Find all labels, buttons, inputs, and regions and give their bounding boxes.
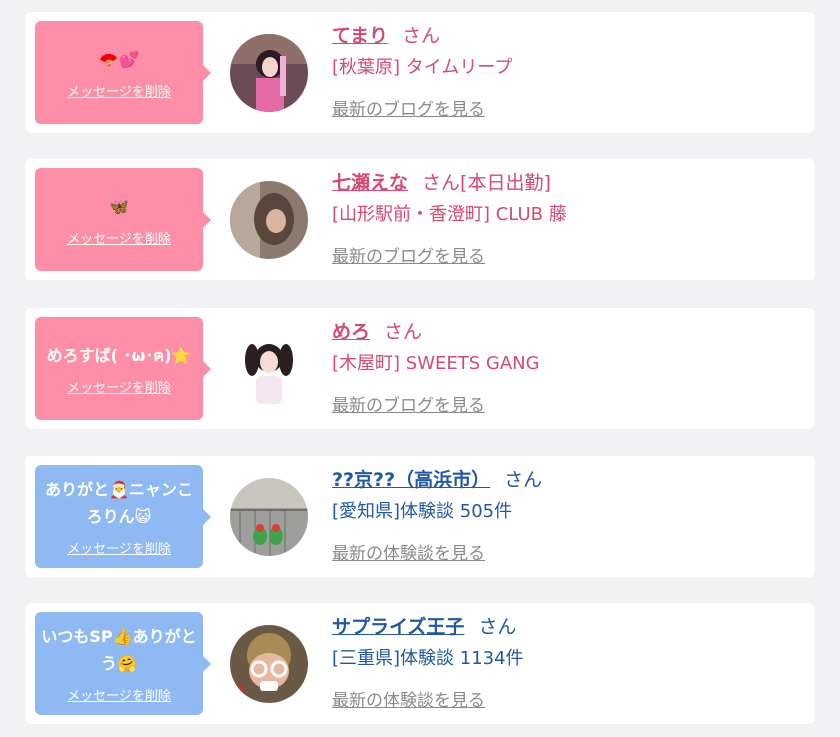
card-info: サプライズ王子 さん [三重県]体験談 1134件 最新の体験談を見る xyxy=(332,611,805,717)
message-card: ありがと🎅ニャンころりん😺 メッセージを削除 ??京??（高浜市） さん [愛知県… xyxy=(25,456,815,577)
honorific: さん xyxy=(422,172,461,194)
card-info: めろ さん [木屋町] SWEETS GANG 最新のブログを見る xyxy=(332,316,805,422)
delete-message-link[interactable]: メッセージを削除 xyxy=(67,538,171,557)
honorific: さん xyxy=(402,25,441,47)
user-name-link[interactable]: ??京??（高浜市） xyxy=(332,469,490,491)
latest-blog-link[interactable]: 最新のブログを見る xyxy=(332,390,805,422)
user-name-link[interactable]: サプライズ王子 xyxy=(332,616,464,638)
card-info: 七瀬えな さん[本日出勤] [山形駅前・香澄町] CLUB 藤 最新のブログを見る xyxy=(332,167,805,273)
honorific: さん xyxy=(384,321,423,343)
message-bubble: 🪭💕 メッセージを削除 xyxy=(35,21,211,124)
avatar[interactable] xyxy=(230,478,308,556)
message-text: ありがと🎅ニャンころりん😺 xyxy=(45,480,193,526)
delete-message-link[interactable]: メッセージを削除 xyxy=(67,685,171,704)
name-line: てまり さん xyxy=(332,20,805,52)
name-line: サプライズ王子 さん xyxy=(332,611,805,643)
message-card: 🦋 メッセージを削除 七瀬えな さん[本日出勤] [山形駅前・香澄町] CLUB … xyxy=(25,159,815,280)
card-info: てまり さん [秋葉原] タイムリープ 最新のブログを見る xyxy=(332,20,805,126)
latest-review-link[interactable]: 最新の体験談を見る xyxy=(332,538,805,570)
message-text: めろすば( ･ω･ฅ)⭐️ xyxy=(46,345,192,365)
latest-blog-link[interactable]: 最新のブログを見る xyxy=(332,94,805,126)
avatar[interactable] xyxy=(230,625,308,703)
review-count-label: [三重県]体験談 1134件 xyxy=(332,648,524,669)
shop-label: [山形駅前・香澄町] CLUB 藤 xyxy=(332,204,567,225)
honorific: さん xyxy=(478,616,517,638)
name-line: めろ さん xyxy=(332,316,805,348)
delete-message-link[interactable]: メッセージを削除 xyxy=(67,81,171,100)
latest-blog-link[interactable]: 最新のブログを見る xyxy=(332,241,805,273)
latest-review-link[interactable]: 最新の体験談を見る xyxy=(332,685,805,717)
message-text: いつもSP👍ありがとう🤗 xyxy=(41,627,197,673)
name-line: 七瀬えな さん[本日出勤] xyxy=(332,167,805,199)
name-line: ??京??（高浜市） さん xyxy=(332,464,805,496)
cast-name-link[interactable]: 七瀬えな xyxy=(332,172,408,194)
message-text: 🪭💕 xyxy=(99,49,139,69)
message-bubble: 🦋 メッセージを削除 xyxy=(35,168,211,271)
shop-label: [木屋町] SWEETS GANG xyxy=(332,353,540,374)
message-text: 🦋 xyxy=(109,196,129,216)
avatar[interactable] xyxy=(230,330,308,408)
avatar[interactable] xyxy=(230,181,308,259)
message-bubble: めろすば( ･ω･ฅ)⭐️ メッセージを削除 xyxy=(35,317,211,420)
cast-name-link[interactable]: めろ xyxy=(332,321,370,343)
cast-name-link[interactable]: てまり xyxy=(332,25,388,47)
shop-label: [秋葉原] タイムリープ xyxy=(332,57,513,78)
message-card: 🪭💕 メッセージを削除 てまり さん [秋葉原] タイムリープ 最新のブログを見る xyxy=(25,12,815,133)
message-bubble: いつもSP👍ありがとう🤗 メッセージを削除 xyxy=(35,612,211,715)
delete-message-link[interactable]: メッセージを削除 xyxy=(67,228,171,247)
honorific: さん xyxy=(504,469,543,491)
card-info: ??京??（高浜市） さん [愛知県]体験談 505件 最新の体験談を見る xyxy=(332,464,805,570)
message-card: めろすば( ･ω･ฅ)⭐️ メッセージを削除 めろ さん [木屋町] SWEETS… xyxy=(25,308,815,429)
delete-message-link[interactable]: メッセージを削除 xyxy=(67,377,171,396)
extra-status: [本日出勤] xyxy=(460,172,551,194)
message-card: いつもSP👍ありがとう🤗 メッセージを削除 サプライズ王子 さん [三重県]体験談… xyxy=(25,603,815,724)
avatar[interactable] xyxy=(230,34,308,112)
message-bubble: ありがと🎅ニャンころりん😺 メッセージを削除 xyxy=(35,465,211,568)
review-count-label: [愛知県]体験談 505件 xyxy=(332,501,513,522)
